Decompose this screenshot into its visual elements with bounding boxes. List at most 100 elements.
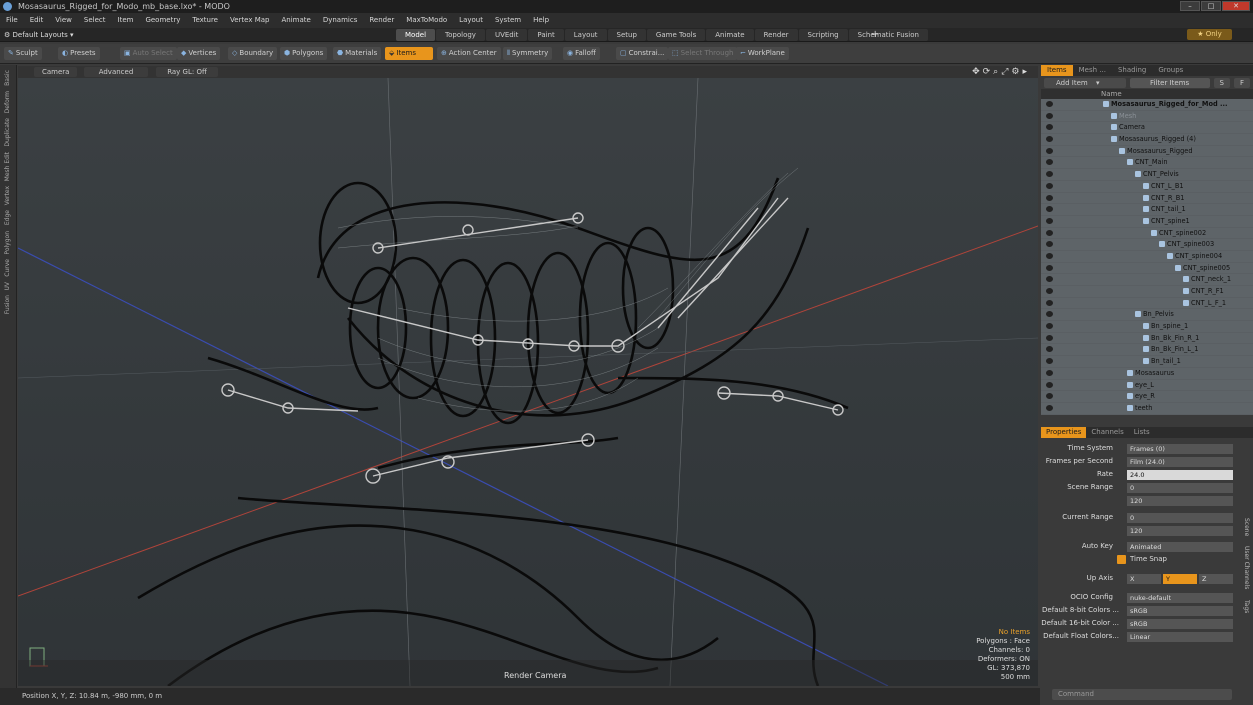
left-tab-curve[interactable]: Curve (4, 259, 11, 277)
tree-row[interactable]: eye_R (1041, 391, 1253, 403)
left-tab-vertex[interactable]: Vertex (4, 186, 11, 205)
side-tab-scene[interactable]: Scene (1243, 518, 1250, 536)
menu-item-select[interactable]: Select (78, 13, 112, 28)
tree-row[interactable]: Camera (1041, 122, 1253, 135)
polygons-button[interactable]: ⬢ Polygons (280, 47, 328, 60)
visibility-eye-icon[interactable] (1046, 206, 1053, 213)
tab-paint[interactable]: Paint (528, 29, 564, 41)
colors-16bit-dropdown[interactable]: sRGB (1127, 619, 1233, 629)
items-tab-2[interactable]: Shading (1112, 65, 1152, 76)
close-button[interactable]: ✕ (1222, 1, 1250, 11)
boundary-button[interactable]: ◇ Boundary (228, 47, 278, 60)
tab-topology[interactable]: Topology (436, 29, 485, 41)
tree-row[interactable]: CNT_L_F_1 (1041, 298, 1253, 310)
tree-row[interactable]: Bn_Pelvis (1041, 309, 1253, 322)
presets-button[interactable]: ◐ Presets (58, 47, 100, 60)
menu-item-layout[interactable]: Layout (453, 13, 489, 28)
visibility-eye-icon[interactable] (1046, 323, 1053, 330)
menu-item-geometry[interactable]: Geometry (139, 13, 186, 28)
visibility-eye-icon[interactable] (1046, 171, 1053, 178)
tree-row[interactable]: CNT_spine002 (1041, 228, 1253, 240)
current-range-start-field[interactable]: 0 (1127, 513, 1233, 523)
up-axis-z[interactable]: Z (1199, 574, 1233, 584)
tab-model[interactable]: Model (396, 29, 436, 41)
side-tab-tags[interactable]: Tags (1243, 600, 1250, 613)
properties-tab-properties[interactable]: Properties (1041, 427, 1087, 438)
add-tab-button[interactable]: + (871, 28, 879, 41)
symmetry-button[interactable]: ⫴ Symmetry (503, 47, 553, 60)
tree-row[interactable]: CNT_spine003 (1041, 239, 1253, 251)
visibility-eye-icon[interactable] (1046, 194, 1053, 201)
scene-range-end-field[interactable]: 120 (1127, 496, 1233, 506)
tab-game-tools[interactable]: Game Tools (646, 29, 706, 41)
minimize-button[interactable]: – (1180, 1, 1200, 11)
command-input[interactable]: Command (1052, 689, 1232, 700)
select-through-button[interactable]: ⬚ Select Through (668, 47, 738, 60)
tree-row[interactable]: Bn_Bk_Fin_L_1 (1041, 344, 1253, 357)
raygl-button[interactable]: Ray GL: Off (156, 67, 218, 77)
visibility-eye-icon[interactable] (1046, 393, 1053, 400)
vertices-button[interactable]: ◆ Vertices (177, 47, 221, 60)
filter-items-field[interactable]: Filter Items (1129, 77, 1210, 88)
tree-row[interactable]: CNT_neck_1 (1041, 274, 1253, 286)
left-tab-duplicate[interactable]: Duplicate (4, 118, 11, 147)
items-tab-1[interactable]: Mesh ... (1073, 65, 1112, 76)
visibility-eye-icon[interactable] (1046, 369, 1053, 376)
visibility-eye-icon[interactable] (1046, 159, 1053, 166)
menu-item-view[interactable]: View (49, 13, 78, 28)
menu-item-edit[interactable]: Edit (24, 13, 50, 28)
visibility-eye-icon[interactable] (1046, 101, 1053, 107)
left-tab-deform[interactable]: Deform (4, 91, 11, 113)
menu-item-animate[interactable]: Animate (275, 13, 316, 28)
tree-row[interactable]: Bn_tail_1 (1041, 356, 1253, 368)
tab-schematic-fusion[interactable]: Schematic Fusion (848, 29, 928, 41)
colors-float-dropdown[interactable]: Linear (1127, 632, 1233, 642)
tree-row[interactable]: Mosasaurus_Rigged (1041, 146, 1253, 158)
tree-row[interactable]: Bn_spine_1 (1041, 321, 1253, 333)
visibility-eye-icon[interactable] (1046, 182, 1053, 189)
tree-row[interactable]: CNT_R_F1 (1041, 286, 1253, 298)
menu-item-maxtomodo[interactable]: MaxToModo (400, 13, 453, 28)
rate-field[interactable]: 24.0 (1127, 470, 1233, 480)
tree-row[interactable]: CNT_Main (1041, 157, 1253, 170)
tree-row[interactable]: Mosasaurus_Rigged_for_Mod ... (1041, 99, 1253, 111)
visibility-eye-icon[interactable] (1046, 381, 1053, 388)
visibility-eye-icon[interactable] (1046, 112, 1053, 119)
tab-setup[interactable]: Setup (607, 29, 646, 41)
add-item-dropdown[interactable]: Add Item ▾ (1044, 77, 1126, 88)
workplane-button[interactable]: ⌐ WorkPlane (736, 47, 789, 60)
tree-row[interactable]: CNT_spine1 (1041, 216, 1253, 228)
viewport-nav-tools[interactable]: ✥⟳⌕⤢⚙▸ (972, 66, 1030, 78)
current-range-end-field[interactable]: 120 (1127, 526, 1233, 536)
left-tab-polygon[interactable]: Polygon (4, 231, 11, 255)
tree-row[interactable]: Bn_Bk_Fin_R_1 (1041, 333, 1253, 345)
menu-item-item[interactable]: Item (112, 13, 140, 28)
time-system-dropdown[interactable]: Frames (0) (1127, 444, 1233, 454)
falloff-button[interactable]: ◉ Falloff (563, 47, 600, 60)
tab-scripting[interactable]: Scripting (798, 29, 848, 41)
visibility-eye-icon[interactable] (1046, 147, 1053, 154)
visibility-eye-icon[interactable] (1046, 136, 1053, 143)
visibility-eye-icon[interactable] (1046, 252, 1053, 259)
visibility-eye-icon[interactable] (1046, 311, 1053, 318)
visibility-eye-icon[interactable] (1046, 241, 1053, 248)
visibility-eye-icon[interactable] (1046, 124, 1053, 131)
constrain-button[interactable]: ▢ Constrai... (616, 47, 669, 60)
menu-item-system[interactable]: System (489, 13, 527, 28)
tree-row[interactable]: Mosasaurus_Rigged (4) (1041, 134, 1253, 146)
advanced-shading-button[interactable]: Advanced (84, 67, 148, 77)
menu-item-vertex-map[interactable]: Vertex Map (224, 13, 276, 28)
visibility-eye-icon[interactable] (1046, 217, 1053, 224)
fps-dropdown[interactable]: Film (24.0) (1127, 457, 1233, 467)
visibility-eye-icon[interactable] (1046, 334, 1053, 341)
tab-uvedit[interactable]: UVEdit (485, 29, 528, 41)
camera-view-button[interactable]: Camera (34, 67, 78, 77)
visibility-eye-icon[interactable] (1046, 404, 1053, 411)
visibility-eye-icon[interactable] (1046, 264, 1053, 271)
tree-row[interactable]: CNT_spine004 (1041, 251, 1253, 263)
tree-row[interactable]: CNT_Pelvis (1041, 169, 1253, 181)
menu-item-texture[interactable]: Texture (186, 13, 224, 28)
only-toggle[interactable]: ★ Only (1187, 29, 1232, 40)
up-axis-y[interactable]: Y (1163, 574, 1197, 584)
materials-button[interactable]: ⬣ Materials (333, 47, 382, 60)
